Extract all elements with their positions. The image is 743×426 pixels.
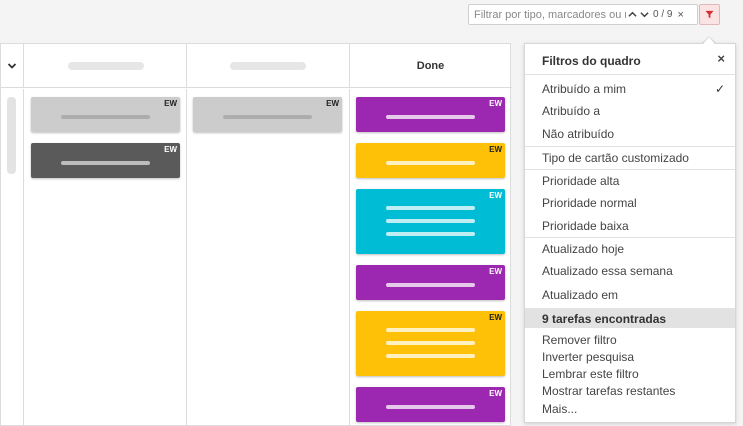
task-card[interactable]: EW	[356, 97, 505, 132]
filter-item-label: Tipo de cartão customizado	[542, 151, 689, 165]
top-bar: 0 / 9 ×	[0, 0, 743, 40]
filter-item-label: Atualizado essa semana	[542, 264, 673, 278]
task-card[interactable]: EW	[31, 97, 180, 132]
invert-search-link[interactable]: Inverter pesquisa	[542, 350, 634, 364]
card-owner-initials: EW	[489, 313, 502, 322]
card-title-placeholder	[386, 341, 475, 345]
prev-match-button[interactable]	[626, 5, 638, 24]
card-title-placeholder	[386, 219, 475, 223]
filter-unassigned[interactable]: Não atribuído	[525, 127, 735, 141]
card-owner-initials: EW	[489, 145, 502, 154]
filter-item-label: Prioridade baixa	[542, 219, 629, 233]
board-header: Done	[1, 44, 512, 88]
remember-filter-link[interactable]: Lembrar este filtro	[542, 367, 639, 381]
column-title: Done	[416, 60, 445, 72]
card-title-placeholder	[386, 161, 475, 165]
show-remaining-tasks-link[interactable]: Mostrar tarefas restantes	[542, 384, 675, 398]
search-box: 0 / 9 ×	[468, 4, 698, 25]
card-owner-initials: EW	[164, 99, 177, 108]
search-clear-button[interactable]: ×	[677, 9, 683, 21]
search-match-count: 0 / 9	[653, 9, 673, 20]
card-owner-initials: EW	[326, 99, 339, 108]
card-owner-initials: EW	[489, 191, 502, 200]
filter-funnel-icon	[705, 10, 714, 19]
card-title-placeholder	[223, 115, 312, 119]
panel-close-button[interactable]: ×	[717, 51, 725, 66]
card-owner-initials: EW	[164, 145, 177, 154]
filter-priority-low[interactable]: Prioridade baixa	[525, 219, 735, 233]
next-match-button[interactable]	[638, 5, 650, 24]
card-title-placeholder	[386, 232, 475, 236]
panel-title: Filtros do quadro	[542, 54, 641, 68]
chevron-up-icon	[627, 11, 637, 17]
column-body-done: EW EW EW EW EW EW	[350, 89, 511, 426]
task-card[interactable]: EW	[356, 265, 505, 300]
task-card[interactable]: EW	[356, 387, 505, 422]
board-filter-button[interactable]	[699, 4, 720, 25]
column-header-2[interactable]	[187, 44, 350, 88]
card-title-placeholder	[386, 405, 475, 409]
card-title-placeholder	[386, 328, 475, 332]
filter-item-label: Atualizado em	[542, 288, 619, 302]
filter-updated-this-week[interactable]: Atualizado essa semana	[525, 264, 735, 278]
lane-scrollbar[interactable]	[7, 97, 16, 174]
remove-filter-link[interactable]: Remover filtro	[542, 333, 617, 347]
kanban-board: Done EW EW EW EW EW EW EW EW EW	[0, 43, 512, 426]
task-card[interactable]: EW	[356, 143, 505, 178]
divider	[525, 237, 735, 238]
column-body-2: EW	[187, 89, 350, 426]
filter-item-label: Atribuído a	[542, 104, 601, 118]
card-title-placeholder	[61, 161, 150, 165]
card-owner-initials: EW	[489, 267, 502, 276]
collapse-lanes-button[interactable]	[1, 44, 24, 88]
filter-assigned-to[interactable]: Atribuído a	[525, 104, 735, 118]
filter-updated-today[interactable]: Atualizado hoje	[525, 242, 735, 256]
card-owner-initials: EW	[489, 389, 502, 398]
filter-item-label: Atribuído a mim	[542, 82, 627, 96]
chevron-down-icon	[639, 12, 649, 18]
card-title-placeholder	[386, 283, 475, 287]
card-title-placeholder	[386, 115, 475, 119]
filter-priority-high[interactable]: Prioridade alta	[525, 174, 735, 188]
panel-caret-inner	[703, 37, 715, 44]
filter-assigned-to-me[interactable]: Atribuído a mim ✓	[525, 82, 735, 96]
divider	[525, 169, 735, 170]
column-body-1: EW EW	[25, 89, 187, 426]
task-card[interactable]: EW	[31, 143, 180, 178]
column-header-done[interactable]: Done	[350, 44, 511, 88]
filter-priority-normal[interactable]: Prioridade normal	[525, 196, 735, 210]
card-title-placeholder	[61, 115, 150, 119]
filter-item-label: Prioridade alta	[542, 174, 620, 188]
column-header-1[interactable]	[25, 44, 187, 88]
more-link[interactable]: Mais...	[542, 402, 577, 416]
filter-custom-card-type[interactable]: Tipo de cartão customizado	[525, 151, 735, 165]
column-title-placeholder	[230, 62, 306, 70]
filter-item-label: Não atribuído	[542, 127, 615, 141]
filter-item-label: Prioridade normal	[542, 196, 637, 210]
card-title-placeholder	[386, 354, 475, 358]
column-title-placeholder	[67, 62, 144, 70]
task-card[interactable]: EW	[356, 189, 505, 254]
filter-updated-on[interactable]: Atualizado em	[525, 288, 735, 302]
card-title-placeholder	[386, 206, 475, 210]
board-filter-panel: Filtros do quadro × Atribuído a mim ✓ At…	[524, 43, 736, 423]
panel-header: Filtros do quadro ×	[525, 44, 735, 75]
check-icon: ✓	[714, 82, 725, 96]
task-card[interactable]: EW	[356, 311, 505, 376]
results-bar: 9 tarefas encontradas	[525, 308, 735, 328]
card-owner-initials: EW	[489, 99, 502, 108]
chevron-down-icon	[7, 63, 17, 69]
task-card[interactable]: EW	[193, 97, 342, 132]
search-input[interactable]	[469, 5, 626, 24]
divider	[525, 146, 735, 147]
filter-item-label: Atualizado hoje	[542, 242, 625, 256]
lane-gutter	[1, 89, 24, 426]
results-count: 9 tarefas encontradas	[542, 312, 667, 326]
